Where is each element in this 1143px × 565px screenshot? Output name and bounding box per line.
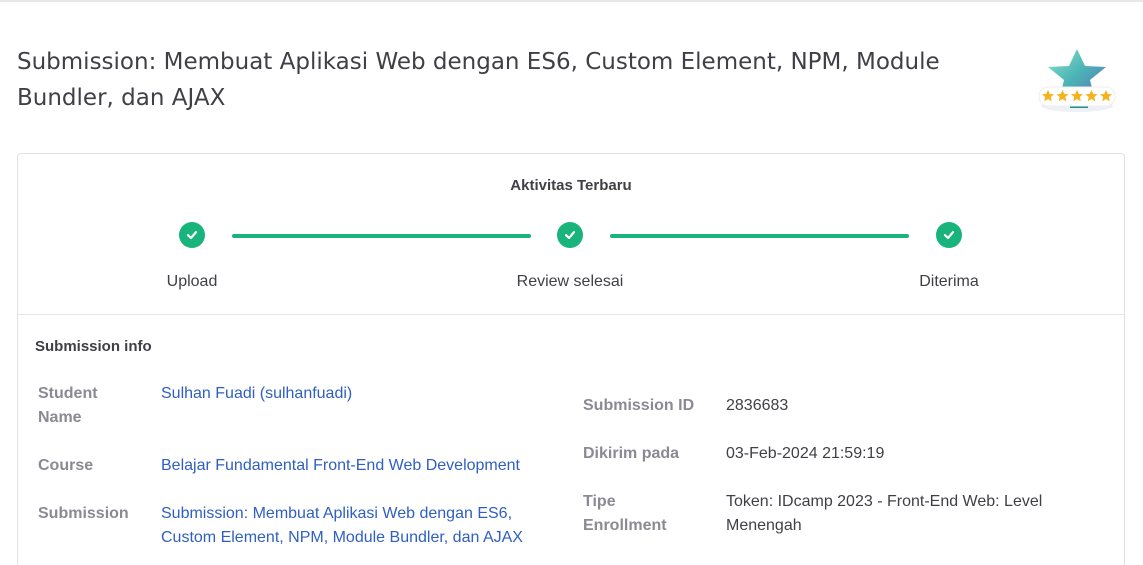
star-rating-badge-icon	[1034, 46, 1120, 116]
student-name-link[interactable]: Sulhan Fuadi (sulhanfuadi)	[161, 382, 541, 406]
student-name-label: Student Name	[38, 385, 98, 426]
course-link[interactable]: Belajar Fundamental Front-End Web Develo…	[161, 454, 541, 478]
course-label: Course	[38, 457, 94, 474]
step-accepted-check-icon	[936, 222, 962, 248]
step-label-review: Review selesai	[516, 273, 624, 290]
submission-id-value: 2836683	[726, 397, 789, 414]
enrollment-type-label: Tipe Enrollment	[583, 493, 667, 534]
submission-info-title: Submission info	[35, 338, 152, 355]
step-label-accepted: Diterima	[919, 273, 979, 290]
card-divider	[18, 314, 1124, 315]
submission-id-label: Submission ID	[583, 397, 695, 414]
submission-link[interactable]: Submission: Membuat Aplikasi Web dengan …	[161, 502, 536, 550]
page-title: Submission: Membuat Aplikasi Web dengan …	[17, 49, 940, 111]
sent-at-label: Dikirim pada	[583, 445, 680, 462]
step-review-check-icon	[557, 222, 583, 248]
sent-at-value: 03-Feb-2024 21:59:19	[726, 445, 885, 462]
step-upload-check-icon	[179, 222, 205, 248]
submission-label: Submission	[38, 505, 129, 522]
enrollment-type-value: Token: IDcamp 2023 - Front-End Web: Leve…	[726, 493, 1043, 534]
submission-card: Aktivitas Terbaru Upload Review selesai …	[17, 153, 1125, 565]
step-connector-2	[610, 234, 909, 238]
step-connector-1	[232, 234, 531, 238]
activity-title: Aktivitas Terbaru	[510, 177, 632, 194]
step-label-upload: Upload	[166, 273, 218, 290]
top-divider	[0, 0, 1143, 2]
